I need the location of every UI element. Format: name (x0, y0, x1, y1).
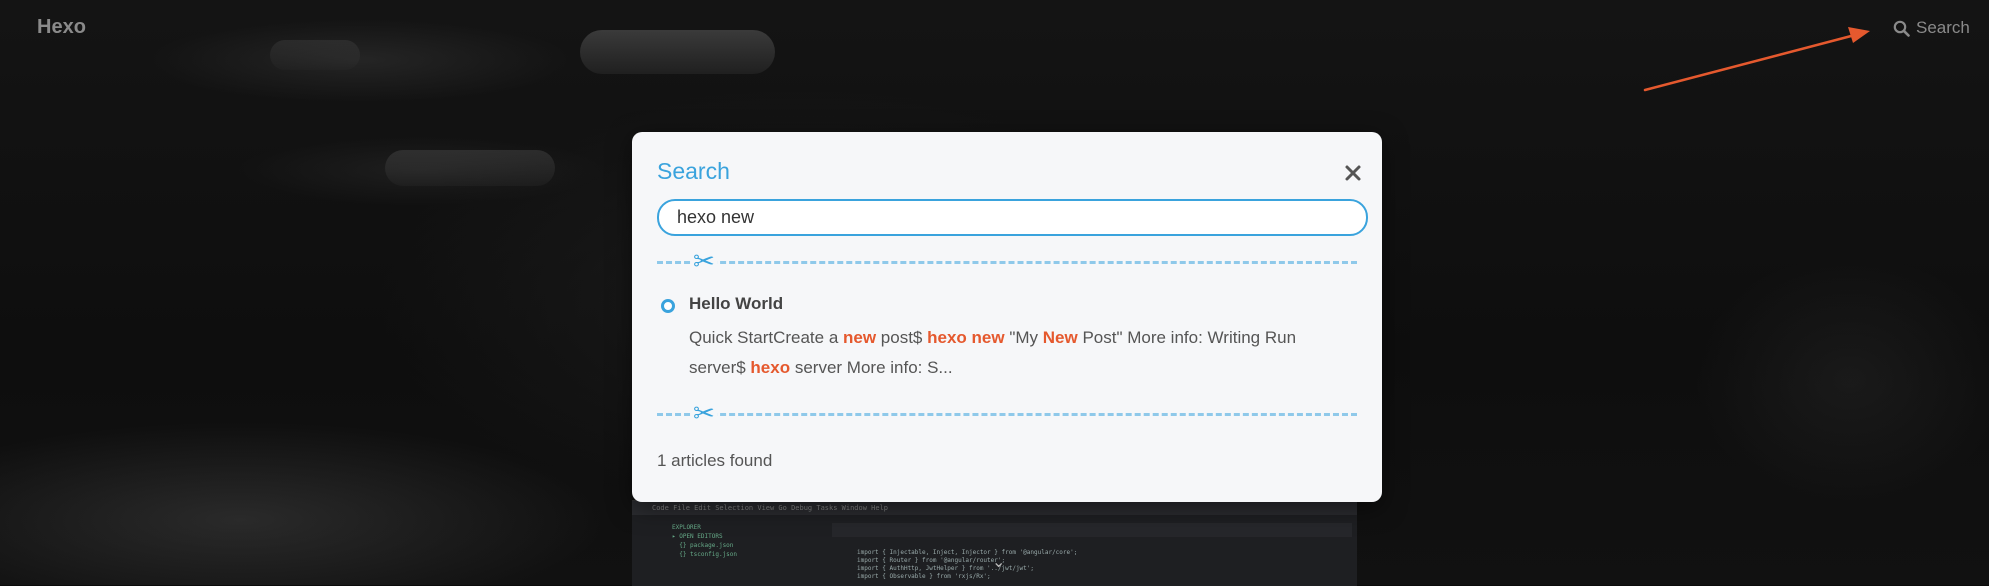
divider-line (657, 413, 1357, 416)
snippet-text: Quick StartCreate a (689, 328, 844, 347)
results-count: 1 articles found (657, 451, 773, 470)
divider: ✂ (657, 398, 1357, 428)
site-brand[interactable]: Hexo (37, 16, 86, 39)
snippet-highlight: New (1042, 328, 1078, 347)
search-icon (1893, 20, 1910, 37)
scissors-icon: ✂ (691, 398, 717, 428)
bullet-icon (661, 299, 675, 313)
snippet-text: server More info: S... (790, 358, 953, 377)
snippet-highlight: new (971, 328, 1005, 347)
nav-search-button[interactable]: Search (1893, 18, 1970, 38)
snippet-text: "My (1004, 328, 1043, 347)
close-icon[interactable] (1338, 158, 1368, 188)
laptop-sidebar: EXPLORER ▸ OPEN EDITORS {} package.json … (672, 524, 738, 558)
nav-search-label: Search (1916, 18, 1970, 37)
scissors-icon: ✂ (691, 246, 717, 276)
laptop-tab-bar (832, 523, 1352, 537)
result-snippet: Quick StartCreate a new post$ hexo new "… (689, 323, 1329, 383)
search-input[interactable] (657, 199, 1368, 236)
divider: ✂ (657, 246, 1357, 276)
search-modal: Search ✂ Hello World Quick StartCreate a… (632, 132, 1382, 502)
bg-blur-shape (270, 40, 360, 70)
snippet-highlight: new (843, 328, 877, 347)
bg-blur-shape (580, 30, 775, 74)
background-laptop-screen: Code File Edit Selection View Go Debug T… (632, 500, 1357, 586)
modal-title: Search (657, 158, 730, 184)
bg-blur-shape (385, 150, 555, 186)
snippet-highlight: hexo (927, 328, 967, 347)
snippet-highlight: hexo (750, 358, 791, 377)
laptop-menu-bar: Code File Edit Selection View Go Debug T… (632, 501, 1357, 515)
scroll-down-icon[interactable]: ⌄ (992, 552, 1005, 572)
snippet-text: post$ (876, 328, 928, 347)
result-title[interactable]: Hello World (689, 294, 783, 314)
divider-line (657, 261, 1357, 264)
